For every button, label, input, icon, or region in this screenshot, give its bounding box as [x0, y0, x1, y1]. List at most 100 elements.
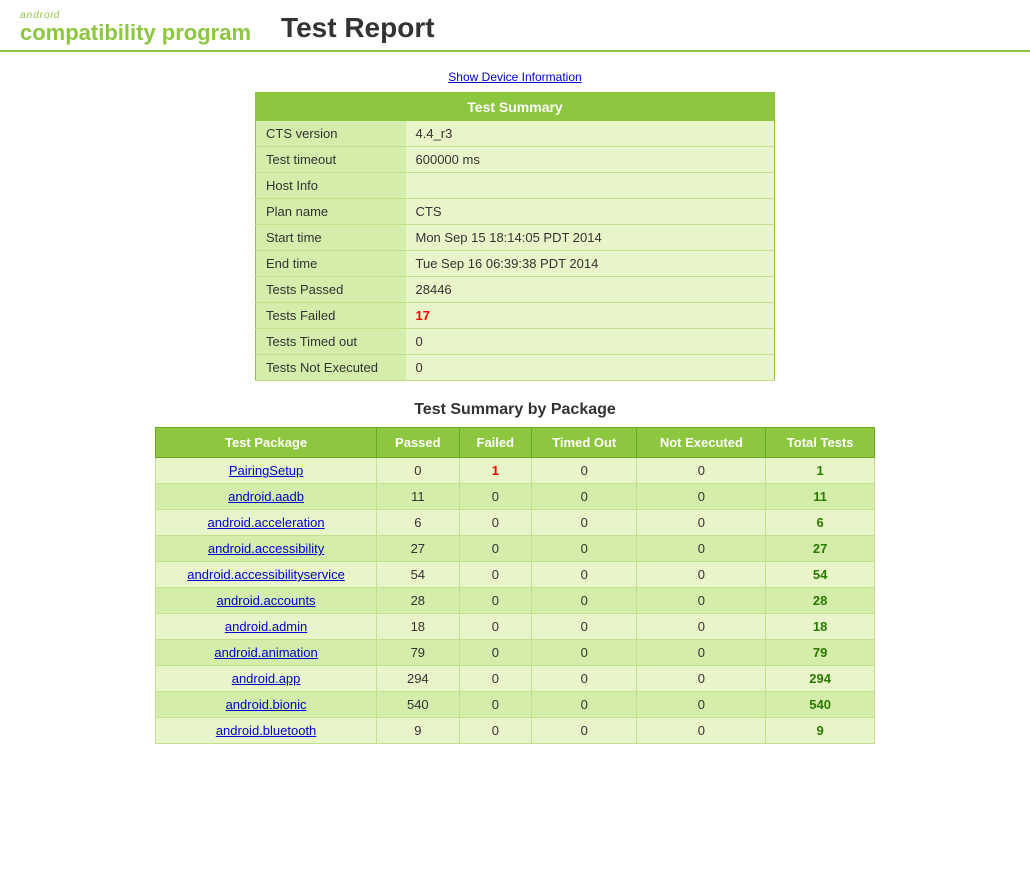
- logo-compat-text: compatibility program: [20, 21, 251, 45]
- table-row: android.acceleration60006: [156, 510, 875, 536]
- not-executed-cell: 0: [637, 718, 766, 744]
- summary-row: Start timeMon Sep 15 18:14:05 PDT 2014: [256, 225, 775, 251]
- table-row: android.accounts2800028: [156, 588, 875, 614]
- passed-cell: 294: [377, 666, 459, 692]
- page-title: Test Report: [281, 12, 435, 44]
- total-cell: 11: [766, 484, 875, 510]
- package-link[interactable]: android.accessibilityservice: [187, 567, 345, 582]
- header: android compatibility program Test Repor…: [0, 0, 1030, 52]
- not-executed-cell: 0: [637, 588, 766, 614]
- package-link[interactable]: android.aadb: [228, 489, 304, 504]
- package-link[interactable]: android.admin: [225, 619, 307, 634]
- package-name-cell: android.accessibility: [156, 536, 377, 562]
- total-cell: 1: [766, 458, 875, 484]
- passed-cell: 9: [377, 718, 459, 744]
- package-table-body: PairingSetup01001android.aadb1100011andr…: [156, 458, 875, 744]
- logo-area: android compatibility program: [20, 10, 251, 45]
- passed-cell: 6: [377, 510, 459, 536]
- package-link[interactable]: android.bionic: [226, 697, 307, 712]
- package-name-cell: PairingSetup: [156, 458, 377, 484]
- table-row: android.bluetooth90009: [156, 718, 875, 744]
- summary-value: [406, 173, 775, 199]
- package-link[interactable]: android.app: [232, 671, 301, 686]
- package-name-cell: android.acceleration: [156, 510, 377, 536]
- summary-value: 0: [406, 355, 775, 381]
- summary-value: 0: [406, 329, 775, 355]
- package-table-header-cell: Test Package: [156, 428, 377, 458]
- summary-title: Test Summary: [256, 93, 775, 122]
- timedout-cell: 0: [532, 666, 637, 692]
- passed-cell: 28: [377, 588, 459, 614]
- passed-cell: 11: [377, 484, 459, 510]
- summary-row: Tests Timed out0: [256, 329, 775, 355]
- summary-row: End timeTue Sep 16 06:39:38 PDT 2014: [256, 251, 775, 277]
- timedout-cell: 0: [532, 640, 637, 666]
- not-executed-cell: 0: [637, 640, 766, 666]
- not-executed-cell: 0: [637, 692, 766, 718]
- package-link[interactable]: android.accounts: [217, 593, 316, 608]
- failed-cell: 0: [459, 666, 532, 692]
- total-cell: 54: [766, 562, 875, 588]
- content: Show Device Information Test Summary CTS…: [0, 52, 1030, 754]
- table-row: android.admin1800018: [156, 614, 875, 640]
- summary-row: Tests Passed28446: [256, 277, 775, 303]
- package-name-cell: android.bluetooth: [156, 718, 377, 744]
- table-row: android.app294000294: [156, 666, 875, 692]
- timedout-cell: 0: [532, 718, 637, 744]
- total-cell: 6: [766, 510, 875, 536]
- total-cell: 18: [766, 614, 875, 640]
- timedout-cell: 0: [532, 692, 637, 718]
- package-table-header-cell: Failed: [459, 428, 532, 458]
- timedout-cell: 0: [532, 458, 637, 484]
- package-section-title: Test Summary by Package: [20, 401, 1010, 419]
- summary-row: Tests Failed17: [256, 303, 775, 329]
- not-executed-cell: 0: [637, 562, 766, 588]
- summary-row: CTS version4.4_r3: [256, 121, 775, 147]
- timedout-cell: 0: [532, 536, 637, 562]
- failed-cell: 0: [459, 536, 532, 562]
- failed-cell: 0: [459, 614, 532, 640]
- package-link[interactable]: android.accessibility: [208, 541, 324, 556]
- not-executed-cell: 0: [637, 510, 766, 536]
- summary-value: Tue Sep 16 06:39:38 PDT 2014: [406, 251, 775, 277]
- summary-value: 4.4_r3: [406, 121, 775, 147]
- package-table-header: Test PackagePassedFailedTimed OutNot Exe…: [156, 428, 875, 458]
- package-table-header-cell: Total Tests: [766, 428, 875, 458]
- package-table-header-cell: Not Executed: [637, 428, 766, 458]
- summary-value: CTS: [406, 199, 775, 225]
- summary-label: Tests Not Executed: [256, 355, 406, 381]
- package-link[interactable]: android.animation: [214, 645, 317, 660]
- summary-label: Start time: [256, 225, 406, 251]
- package-name-cell: android.accessibilityservice: [156, 562, 377, 588]
- package-link[interactable]: PairingSetup: [229, 463, 303, 478]
- failed-cell: 0: [459, 692, 532, 718]
- table-row: android.accessibilityservice5400054: [156, 562, 875, 588]
- summary-label: Tests Timed out: [256, 329, 406, 355]
- timedout-cell: 0: [532, 510, 637, 536]
- passed-cell: 540: [377, 692, 459, 718]
- not-executed-cell: 0: [637, 614, 766, 640]
- summary-label: End time: [256, 251, 406, 277]
- table-row: android.animation7900079: [156, 640, 875, 666]
- package-table-header-cell: Passed: [377, 428, 459, 458]
- package-link[interactable]: android.acceleration: [208, 515, 325, 530]
- not-executed-cell: 0: [637, 458, 766, 484]
- summary-label: Test timeout: [256, 147, 406, 173]
- show-device-info-link[interactable]: Show Device Information: [20, 70, 1010, 84]
- total-cell: 28: [766, 588, 875, 614]
- package-link[interactable]: android.bluetooth: [216, 723, 316, 738]
- summary-label: Host Info: [256, 173, 406, 199]
- package-name-cell: android.admin: [156, 614, 377, 640]
- total-cell: 9: [766, 718, 875, 744]
- table-row: android.aadb1100011: [156, 484, 875, 510]
- passed-cell: 18: [377, 614, 459, 640]
- summary-value: 600000 ms: [406, 147, 775, 173]
- package-name-cell: android.bionic: [156, 692, 377, 718]
- passed-cell: 79: [377, 640, 459, 666]
- summary-row: Tests Not Executed0: [256, 355, 775, 381]
- summary-label: Plan name: [256, 199, 406, 225]
- summary-value: 28446: [406, 277, 775, 303]
- summary-label: Tests Passed: [256, 277, 406, 303]
- failed-cell: 0: [459, 510, 532, 536]
- total-cell: 79: [766, 640, 875, 666]
